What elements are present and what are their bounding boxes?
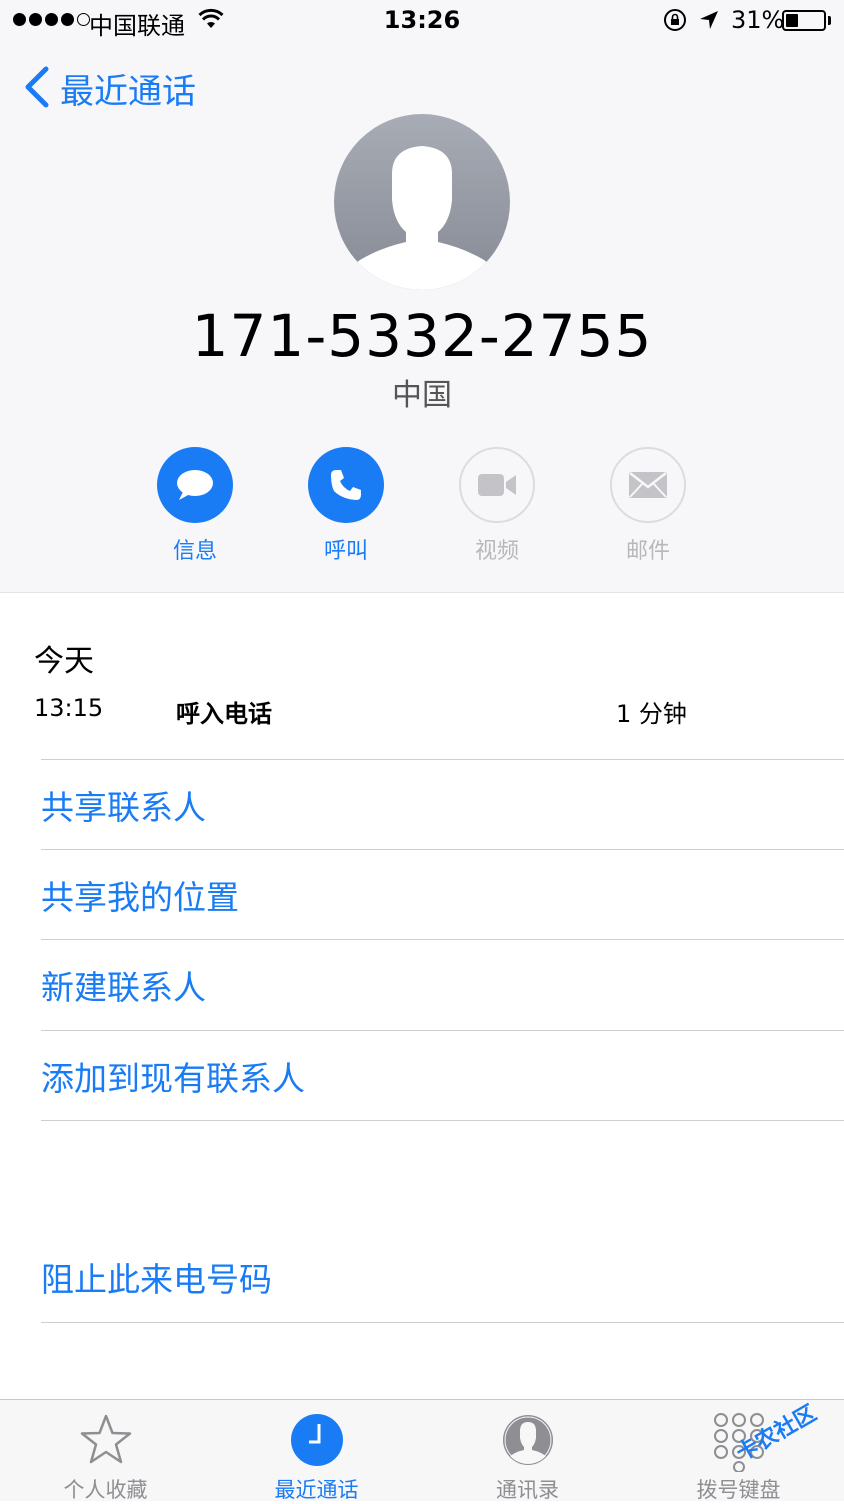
- video-icon: [459, 447, 535, 523]
- contact-actions: 信息 呼叫 视频 邮件: [0, 447, 844, 567]
- call-action-button[interactable]: 呼叫: [291, 447, 401, 565]
- location-arrow-icon: [698, 9, 720, 35]
- video-action-label: 视频: [474, 539, 519, 564]
- tab-recents[interactable]: 最近通话: [211, 1400, 422, 1502]
- call-duration: 1 分钟: [616, 700, 687, 728]
- contacts-icon: [500, 1412, 556, 1472]
- tab-bar: 个人收藏 最近通话 通讯录 拨号键盘: [0, 1399, 844, 1502]
- call-history-row: 13:15 呼入电话 1 分钟: [34, 694, 814, 728]
- contact-region: 中国: [392, 378, 452, 413]
- message-action-button[interactable]: 信息: [140, 447, 250, 565]
- call-time: 13:15: [34, 694, 104, 722]
- tab-favorites[interactable]: 个人收藏: [0, 1400, 211, 1502]
- share-contact-button[interactable]: 共享联系人: [41, 759, 844, 849]
- phone-icon: [308, 447, 384, 523]
- battery-percent: 31%: [731, 6, 785, 34]
- menu-divider: [41, 1120, 844, 1121]
- contact-avatar-icon: [334, 114, 510, 290]
- mail-icon: [610, 447, 686, 523]
- tab-contacts[interactable]: 通讯录: [422, 1400, 633, 1502]
- mail-action-button[interactable]: 邮件: [593, 447, 703, 565]
- call-type: 呼入电话: [176, 700, 272, 728]
- new-contact-button[interactable]: 新建联系人: [41, 939, 844, 1029]
- mail-action-label: 邮件: [625, 539, 670, 564]
- video-action-button[interactable]: 视频: [442, 447, 552, 565]
- share-location-button[interactable]: 共享我的位置: [41, 849, 844, 939]
- message-icon: [157, 447, 233, 523]
- call-history-day: 今天: [34, 644, 94, 679]
- call-action-label: 呼叫: [323, 539, 368, 564]
- back-button[interactable]: 最近通话: [22, 64, 196, 113]
- star-icon: [78, 1412, 134, 1472]
- message-action-label: 信息: [172, 539, 217, 564]
- block-caller-button[interactable]: 阻止此来电号码: [41, 1232, 844, 1322]
- menu-divider: [41, 1322, 844, 1323]
- battery-icon: [782, 10, 826, 31]
- contact-phone-number[interactable]: 171-5332-2755: [0, 302, 844, 370]
- status-bar: 中国联通 13:26 31%: [0, 0, 844, 44]
- chevron-left-icon: [22, 65, 52, 113]
- add-to-existing-contact-button[interactable]: 添加到现有联系人: [41, 1030, 844, 1120]
- clock-icon: [289, 1412, 345, 1472]
- battery-tip: [828, 16, 831, 25]
- orientation-lock-icon: [663, 8, 687, 36]
- back-label: 最近通话: [60, 72, 196, 112]
